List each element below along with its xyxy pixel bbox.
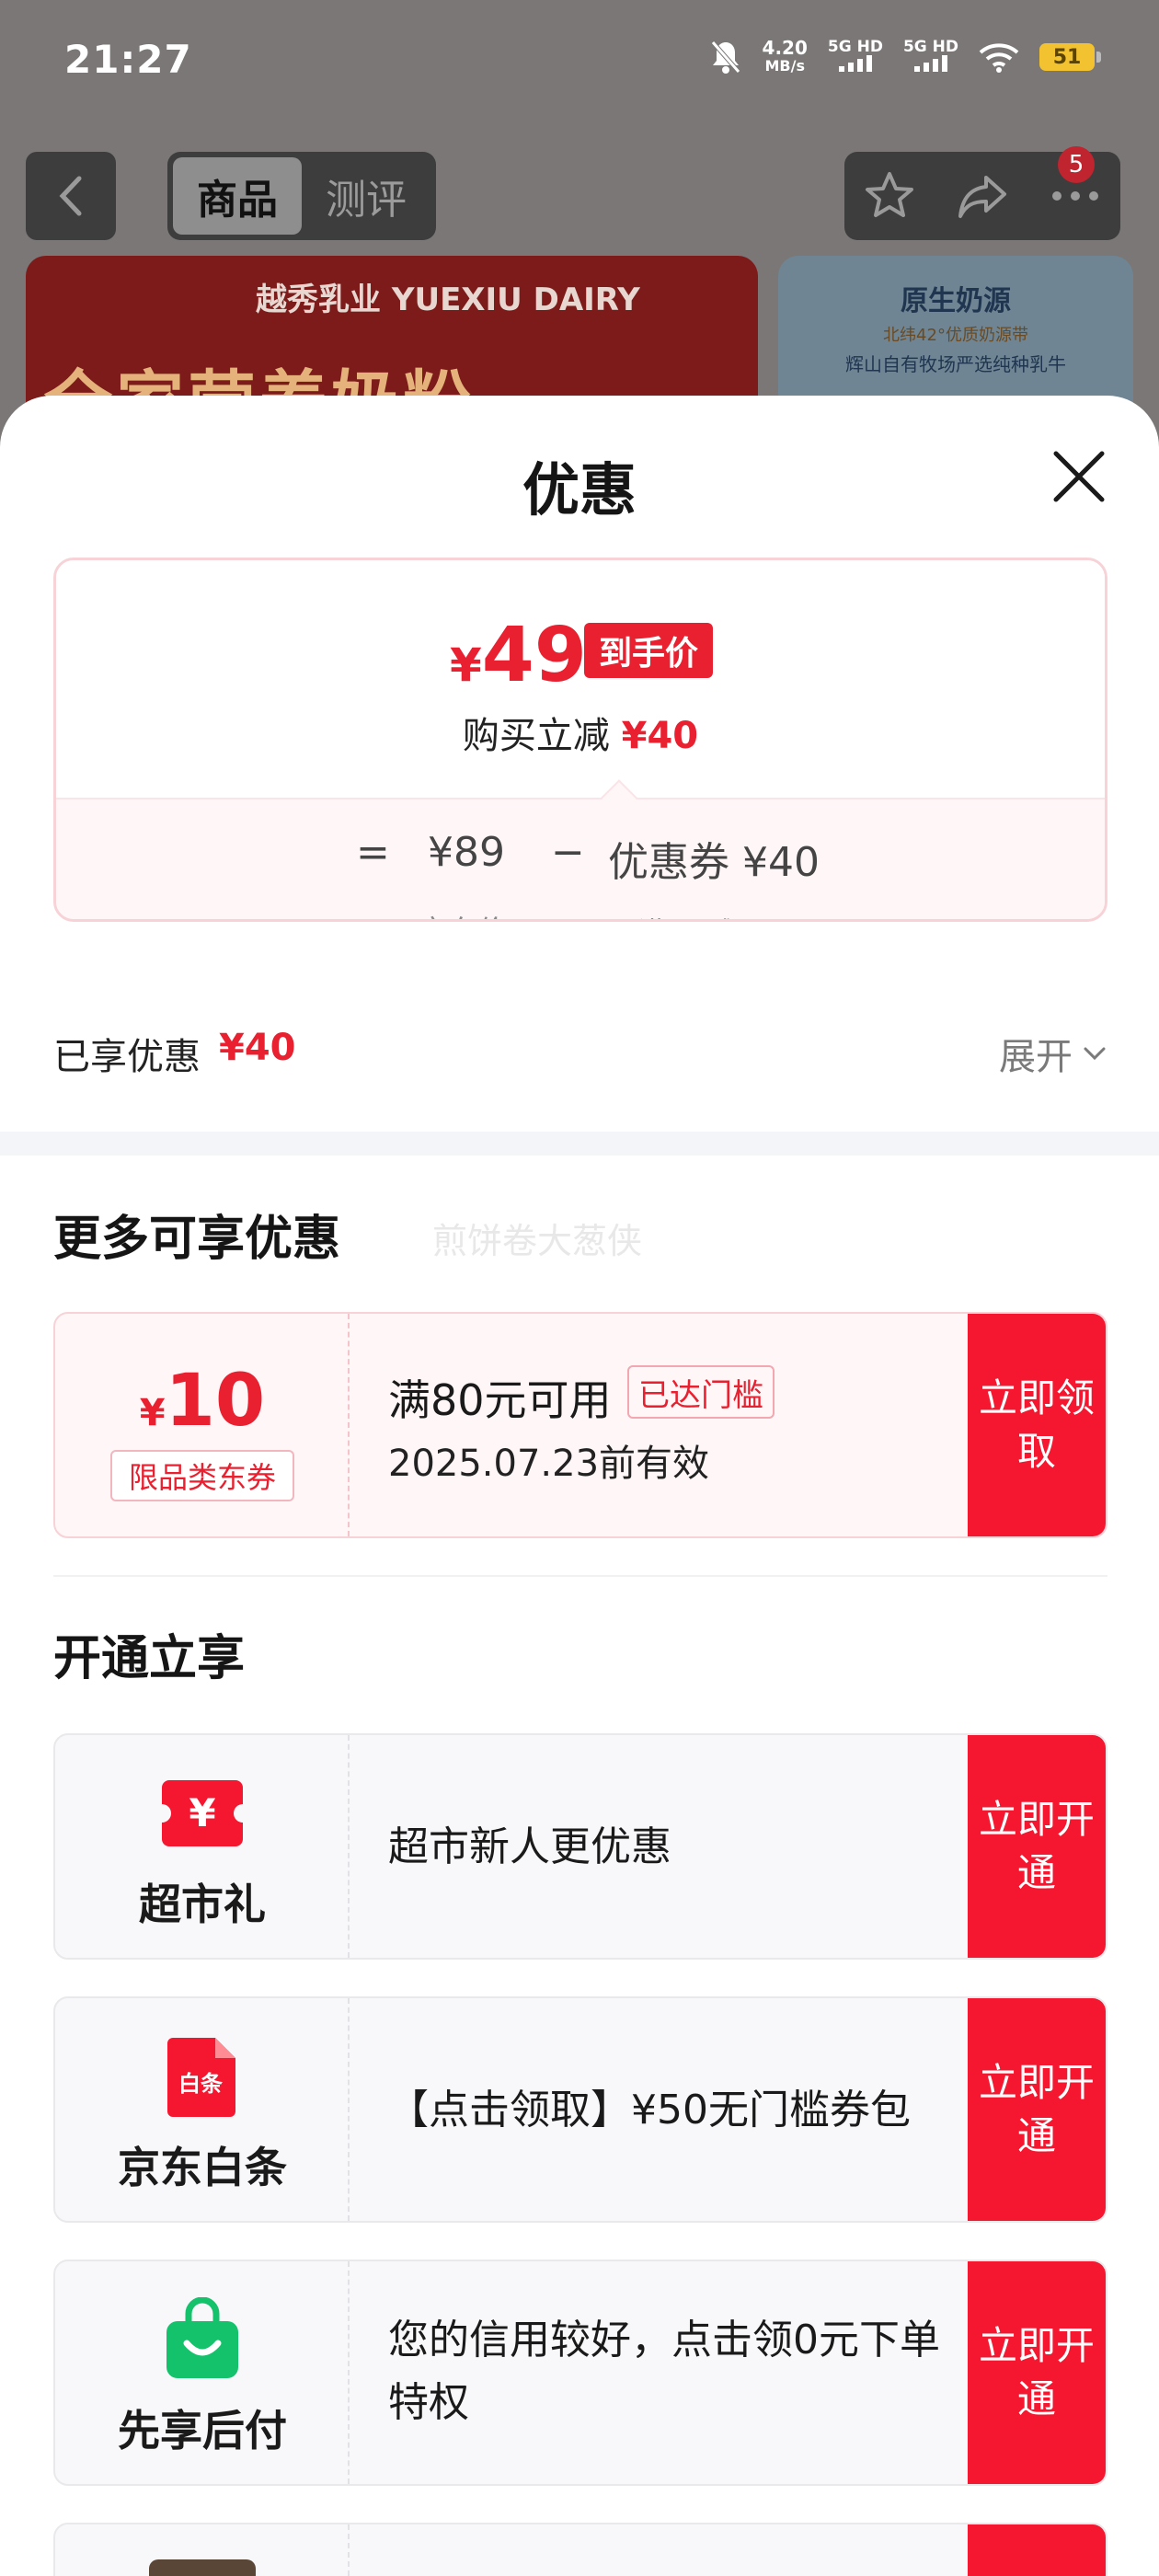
header-actions: 5	[844, 146, 1120, 240]
baitiao-icon-label: 白条	[178, 2071, 224, 2097]
signal-2: 5G HD	[903, 39, 958, 75]
final-price-currency: ¥	[450, 638, 482, 692]
section-divider	[0, 1132, 1159, 1156]
coupon-value-number: 10	[165, 1360, 266, 1443]
banner-right-line2: 辉山自有牧场严选纯种乳牛	[845, 353, 1066, 375]
coupon-condition: 满80元可用	[388, 1375, 612, 1425]
coupon-value: ¥10	[55, 1360, 350, 1443]
service-card-pay-later: 先享后付 您的信用较好，点击领0元下单特权 立即开通	[53, 2260, 1107, 2486]
service-info-panel: 白条 京东白条	[55, 1998, 350, 2221]
signal-1: 5G HD	[828, 39, 883, 75]
formula-equals: =	[356, 829, 390, 876]
watermark: 煎饼卷大葱侠	[432, 1221, 643, 1261]
signal-1-label: 5G HD	[827, 38, 883, 56]
chevron-down-icon	[1084, 1047, 1106, 1061]
signal-bars-icon	[838, 55, 872, 72]
banner-brand: 越秀乳业 YUEXIU DAIRY	[256, 282, 640, 318]
price-breakdown-card: ¥49 到手价 购买立减 ¥40 = ¥89 − 优惠券 ¥40 京东价 满88…	[53, 558, 1107, 922]
signal-2-label: 5G HD	[902, 38, 958, 56]
threshold-met-tag: 已达门槛	[627, 1365, 775, 1419]
signal-bars-icon	[913, 55, 947, 72]
price-summary: ¥49 到手价 购买立减 ¥40	[56, 560, 1105, 798]
formula-coupon: 优惠券 ¥40	[608, 839, 820, 886]
price-formula: = ¥89 − 优惠券 ¥40	[56, 829, 1105, 886]
jd-baitiao-icon: 白条	[156, 2035, 248, 2118]
service-description: 您的信用较好，点击领0元下单特权	[388, 2317, 940, 2426]
activate-supermarket-button[interactable]: 立即开通	[968, 1735, 1106, 1958]
final-price: ¥49	[450, 612, 587, 699]
banner-right-line1: 北纬42°优质奶源带	[883, 326, 1028, 345]
notification-badge: 5	[1058, 146, 1095, 183]
formula-list-price: ¥89	[428, 829, 505, 876]
product-tabs: 商品 测评	[167, 152, 436, 240]
tab-product[interactable]: 商品	[173, 157, 302, 235]
service-name: 超市礼	[139, 1880, 266, 1929]
instant-discount-line: 购买立减 ¥40	[56, 706, 1105, 759]
open-to-enjoy-title: 开通立享	[53, 1631, 246, 1686]
supermarket-gift-icon: ¥	[156, 1772, 248, 1855]
activate-baitiao-button[interactable]: 立即开通	[968, 1998, 1106, 2221]
service-info-panel	[55, 2524, 350, 2576]
tab-review[interactable]: 测评	[302, 157, 430, 235]
coupon-valid-date: 2025.07.23前有效	[388, 1443, 710, 1485]
mute-bell-icon	[710, 40, 740, 74]
service-card-baitiao: 白条 京东白条 【点击领取】¥50无门槛券包 立即开通	[53, 1996, 1107, 2223]
coupon-currency: ¥	[139, 1392, 166, 1434]
final-price-value: 49	[481, 612, 587, 699]
more-dots-icon[interactable]	[1048, 187, 1103, 205]
service-icon-partial	[149, 2559, 256, 2576]
list-price-label: 京东价	[419, 908, 507, 919]
divider-line	[53, 1575, 1107, 1577]
enjoyed-label: 已享优惠	[53, 1036, 201, 1078]
sheet-title: 优惠	[522, 456, 637, 523]
service-card-supermarket: ¥ 超市礼 超市新人更优惠 立即开通	[53, 1733, 1107, 1960]
service-card-partial	[53, 2523, 1107, 2576]
star-icon[interactable]	[862, 168, 917, 224]
instant-discount-amount: ¥40	[621, 715, 699, 757]
formula-minus: −	[551, 829, 585, 876]
final-price-tag: 到手价	[584, 623, 714, 678]
more-discounts-title: 更多可享优惠	[53, 1212, 341, 1267]
wifi-icon	[979, 43, 1019, 73]
close-icon[interactable]	[1049, 446, 1109, 507]
status-icons: 4.20 MB/s 5G HD 5G HD 51	[709, 39, 1101, 75]
service-info-panel: ¥ 超市礼	[55, 1735, 350, 1958]
coupon-card: ¥10 限品类东券 满80元可用 已达门槛 2025.07.23前有效 立即领取	[53, 1312, 1107, 1538]
coupon-type-tag: 限品类东券	[110, 1450, 294, 1501]
expand-button[interactable]: 展开	[999, 1027, 1107, 1080]
enjoyed-amount: ¥40	[219, 1027, 296, 1069]
speed-value: 4.20	[762, 37, 808, 59]
network-speed: 4.20 MB/s	[763, 39, 808, 75]
share-icon[interactable]	[953, 168, 1012, 224]
service-description: 【点击领取】¥50无门槛券包	[388, 2087, 911, 2133]
speed-unit: MB/s	[764, 57, 805, 75]
supermarket-icon-glyph: ¥	[189, 1790, 215, 1835]
enjoyed-discount-row: 已享优惠 ¥40 展开	[53, 1027, 1107, 1082]
expand-label: 展开	[999, 1036, 1073, 1078]
coupon-rule: 满88减40	[637, 910, 771, 919]
service-name: 京东白条	[118, 2143, 287, 2192]
service-info-panel: 先享后付	[55, 2261, 350, 2484]
battery-indicator: 51	[1039, 43, 1101, 71]
discount-sheet: 优惠 ¥49 到手价 购买立减 ¥40 = ¥89 − 优惠券 ¥40 京东价 …	[0, 396, 1159, 2576]
instant-discount-label: 购买立减	[462, 715, 610, 757]
product-nav-bar: 商品 测评 5	[0, 146, 1159, 244]
status-bar: 21:27 4.20 MB/s 5G HD 5G HD 51	[0, 0, 1159, 120]
banner-right-title: 原生奶源	[901, 285, 1011, 317]
claim-coupon-button[interactable]: 立即领取	[968, 1314, 1106, 1536]
coupon-value-panel: ¥10 限品类东券	[55, 1314, 350, 1536]
service-description: 超市新人更优惠	[388, 1823, 671, 1870]
activate-partial-button[interactable]	[968, 2524, 1106, 2576]
activate-pay-later-button[interactable]: 立即开通	[968, 2261, 1106, 2484]
back-button[interactable]	[26, 152, 116, 240]
service-name: 先享后付	[118, 2406, 287, 2455]
chevron-left-icon	[59, 176, 82, 216]
status-time: 21:27	[64, 37, 192, 82]
pay-later-bag-icon	[156, 2297, 248, 2381]
